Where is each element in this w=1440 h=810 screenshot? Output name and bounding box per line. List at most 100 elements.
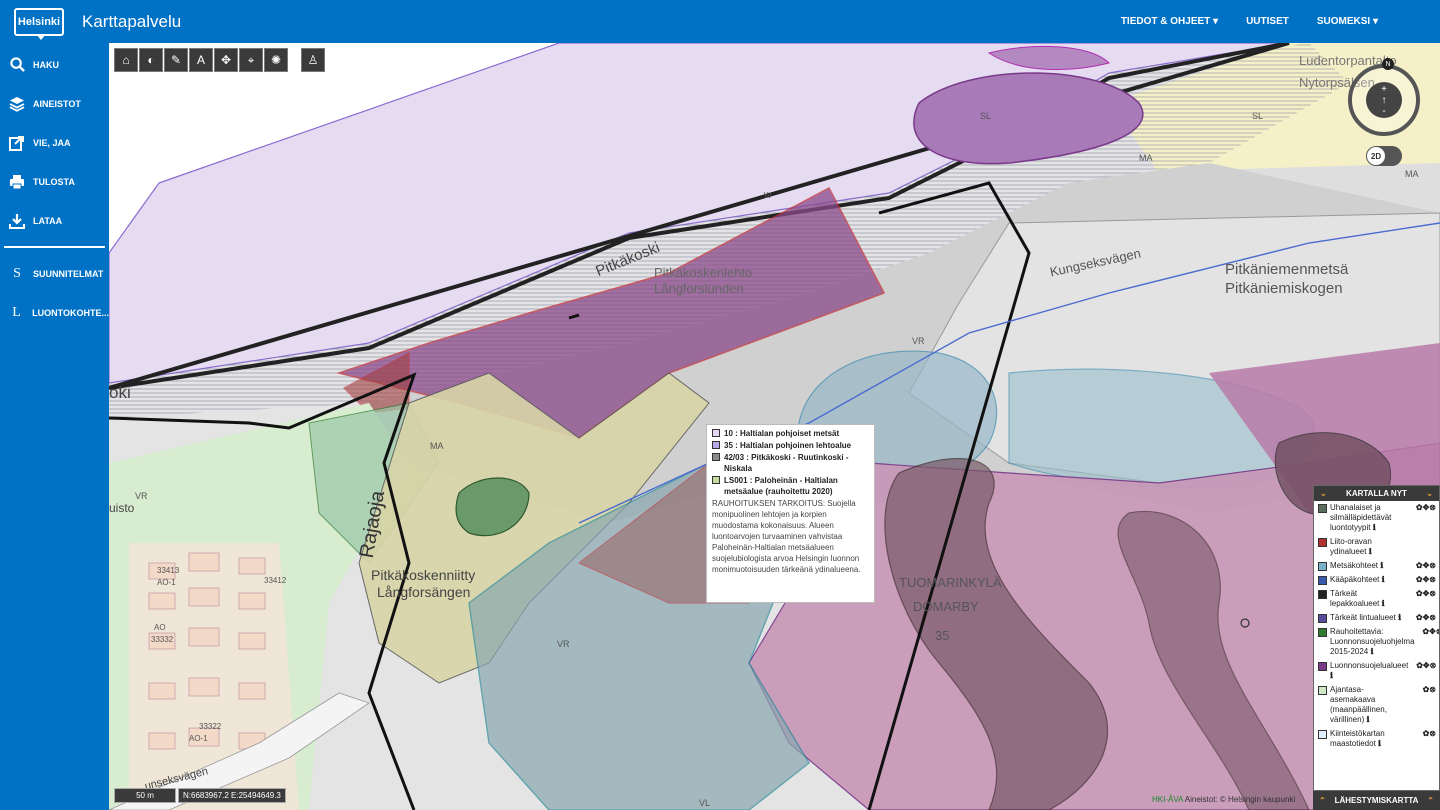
layer-panel-header[interactable]: ⌄ KARTALLA NYT ⌄ bbox=[1314, 486, 1439, 501]
layer-name: Luonnonsuojelualueet bbox=[1330, 661, 1409, 670]
layer-row[interactable]: Tärkeät lintualueet ℹ ✿✥⊗ bbox=[1314, 611, 1439, 625]
popup-row-text: 35 : Haltialan pohjoinen lehtoalue bbox=[724, 441, 852, 450]
text-icon[interactable]: A bbox=[189, 48, 213, 72]
layer-visibility-checkbox[interactable] bbox=[1318, 576, 1327, 585]
sidebar-item-plans[interactable]: S SUUNNITELMAT bbox=[0, 254, 109, 293]
sidebar-item-label: HAKU bbox=[33, 59, 59, 70]
sidebar-item-label: LUONTOKOHTE... bbox=[32, 307, 109, 318]
layer-controls[interactable]: ✿⊗ bbox=[1408, 729, 1436, 739]
layer-controls[interactable]: ✿✥⊗ bbox=[1408, 561, 1436, 571]
map-label-w: W bbox=[764, 191, 772, 200]
sidebar-item-download[interactable]: LATAA bbox=[0, 201, 109, 240]
info-icon[interactable]: ℹ bbox=[1366, 715, 1369, 724]
layer-row[interactable]: Kiinteistökartan maastotiedot ℹ ✿⊗ bbox=[1314, 727, 1439, 751]
sidebar-item-nature-sites[interactable]: L LUONTOKOHTE... bbox=[0, 293, 109, 332]
layer-controls[interactable]: ✿✥⊗ bbox=[1408, 613, 1436, 623]
layer-row[interactable]: Tärkeät lepakkoalueet ℹ ✿✥⊗ bbox=[1314, 587, 1439, 611]
layer-row[interactable]: Liito-oravan ydinalueet ℹ bbox=[1314, 535, 1439, 559]
layer-panel-title: KARTALLA NYT bbox=[1346, 489, 1407, 498]
sidebar-item-print[interactable]: TULOSTA bbox=[0, 162, 109, 201]
location-pin-icon[interactable]: ⌖ bbox=[239, 48, 263, 72]
layer-row[interactable]: Kääpäkohteet ℹ ✿✥⊗ bbox=[1314, 573, 1439, 587]
layer-row[interactable]: Rauhoitettavia: Luonnonsuojeluohjelma 20… bbox=[1314, 625, 1439, 659]
layer-label: Ajantasa-asemakaava (maanpäällinen, väri… bbox=[1330, 685, 1408, 725]
measure-icon[interactable]: ✎ bbox=[164, 48, 188, 72]
layer-row[interactable]: Uhanalaiset ja silmälläpidettävät luonto… bbox=[1314, 501, 1439, 535]
north-arrow-icon[interactable]: ↑ bbox=[1382, 95, 1387, 106]
scale-bar: 50 m bbox=[114, 788, 176, 803]
layer-visibility-checkbox[interactable] bbox=[1318, 686, 1327, 695]
layer-visibility-checkbox[interactable] bbox=[1318, 504, 1327, 513]
layer-visibility-checkbox[interactable] bbox=[1318, 628, 1327, 637]
info-icon[interactable]: ℹ bbox=[1380, 561, 1383, 570]
layers-icon bbox=[8, 95, 26, 113]
pan-icon[interactable]: ✥ bbox=[214, 48, 238, 72]
layer-name: Kääpäkohteet bbox=[1330, 575, 1380, 584]
info-icon[interactable]: ℹ bbox=[1382, 599, 1385, 608]
info-icon[interactable]: ℹ bbox=[1330, 671, 1333, 680]
attribution: HKI‑ÅVA Aineistot: © Helsingin kaupunki bbox=[1152, 795, 1295, 804]
layer-visibility-checkbox[interactable] bbox=[1318, 590, 1327, 599]
map-label-tuomarinkyla: TUOMARINKYLÄ bbox=[899, 575, 1002, 590]
map-label-plot-33412: 33412 bbox=[264, 576, 287, 585]
info-icon[interactable]: ℹ bbox=[1398, 613, 1401, 622]
layer-label: Liito-oravan ydinalueet ℹ bbox=[1330, 537, 1408, 557]
zoom-control: + ↑ - bbox=[1366, 82, 1402, 118]
contrast-icon[interactable]: ◐ bbox=[139, 48, 163, 72]
layer-visibility-checkbox[interactable] bbox=[1318, 562, 1327, 571]
layer-controls[interactable]: ✿✥⊗ bbox=[1408, 503, 1436, 513]
layer-visibility-checkbox[interactable] bbox=[1318, 662, 1327, 671]
layer-label: Uhanalaiset ja silmälläpidettävät luonto… bbox=[1330, 503, 1408, 533]
layer-row[interactable]: Metsäkohteet ℹ ✿✥⊗ bbox=[1314, 559, 1439, 573]
layer-visibility-checkbox[interactable] bbox=[1318, 614, 1327, 623]
layer-visibility-checkbox[interactable] bbox=[1318, 730, 1327, 739]
zoom-in-button[interactable]: + bbox=[1381, 84, 1387, 95]
nav-news[interactable]: UUTISET bbox=[1246, 16, 1289, 27]
layer-name: Metsäkohteet bbox=[1330, 561, 1379, 570]
2d-3d-toggle[interactable]: 2D bbox=[1366, 146, 1402, 166]
helsinki-logo[interactable]: Helsinki bbox=[14, 7, 64, 40]
sidebar-item-label: LATAA bbox=[33, 215, 63, 226]
map-label-oki: oki bbox=[109, 383, 131, 402]
share-icon bbox=[8, 134, 26, 152]
map-label-sl-2: SL bbox=[1252, 111, 1264, 121]
layer-label: Rauhoitettavia: Luonnonsuojeluohjelma 20… bbox=[1330, 627, 1415, 657]
info-icon[interactable]: ℹ bbox=[1373, 523, 1376, 532]
info-icon[interactable]: ℹ bbox=[1371, 647, 1374, 656]
layer-controls[interactable]: ✿⊗ bbox=[1408, 685, 1436, 695]
nav-language[interactable]: SUOMEKSI ▾ bbox=[1317, 16, 1378, 27]
chevron-down-icon[interactable]: ⌄ bbox=[1426, 489, 1433, 498]
sidebar-item-label: SUUNNITELMAT bbox=[33, 268, 104, 279]
layer-row[interactable]: Ajantasa-asemakaava (maanpäällinen, väri… bbox=[1314, 683, 1439, 727]
sidebar-item-search[interactable]: HAKU bbox=[0, 45, 109, 84]
feature-info-popup: 10 : Haltialan pohjoiset metsät 35 : Hal… bbox=[706, 424, 875, 603]
layer-controls[interactable]: ✿✥⊗ bbox=[1415, 627, 1439, 637]
sun-icon[interactable]: ✺ bbox=[264, 48, 288, 72]
sidebar-divider bbox=[4, 246, 105, 248]
layer-controls[interactable]: ✿✥⊗ bbox=[1408, 575, 1436, 585]
zoom-out-button[interactable]: - bbox=[1382, 106, 1385, 117]
chevron-up-icon[interactable]: ⌃ bbox=[1319, 796, 1326, 805]
sidebar-item-datasets[interactable]: AINEISTOT bbox=[0, 84, 109, 123]
layer-name: Ajantasa-asemakaava (maanpäällinen, väri… bbox=[1330, 685, 1387, 724]
minimap-header[interactable]: ⌃ LÄHESTYMISKARTTA ⌃ bbox=[1313, 791, 1440, 810]
layer-controls[interactable]: ✿✥⊗ bbox=[1408, 661, 1436, 671]
sidebar-item-label: VIE, JAA bbox=[33, 137, 71, 148]
street-view-icon[interactable]: ♙ bbox=[301, 48, 325, 72]
popup-row-text: LS001 : Paloheinän - Haltialan metsäalue… bbox=[724, 476, 838, 496]
layer-controls[interactable]: ✿✥⊗ bbox=[1408, 589, 1436, 599]
nav-info-guides[interactable]: TIEDOT & OHJEET ▾ bbox=[1121, 16, 1218, 27]
popup-description: RAUHOITUKSEN TARKOITUS: Suojella monipuo… bbox=[712, 499, 861, 574]
chevron-up-icon[interactable]: ⌃ bbox=[1427, 796, 1434, 805]
layer-row[interactable]: Luonnonsuojelualueet ℹ ✿✥⊗ bbox=[1314, 659, 1439, 683]
layer-visibility-checkbox[interactable] bbox=[1318, 538, 1327, 547]
home-icon[interactable]: ⌂ bbox=[114, 48, 138, 72]
info-icon[interactable]: ℹ bbox=[1369, 547, 1372, 556]
info-icon[interactable]: ℹ bbox=[1378, 739, 1381, 748]
map-label-35: 35 bbox=[935, 628, 950, 643]
toggle-knob: 2D bbox=[1367, 147, 1385, 165]
chevron-down-icon[interactable]: ⌄ bbox=[1320, 489, 1327, 498]
info-icon[interactable]: ℹ bbox=[1382, 575, 1385, 584]
compass-control[interactable]: N + ↑ - bbox=[1348, 58, 1420, 136]
sidebar-item-share[interactable]: VIE, JAA bbox=[0, 123, 109, 162]
